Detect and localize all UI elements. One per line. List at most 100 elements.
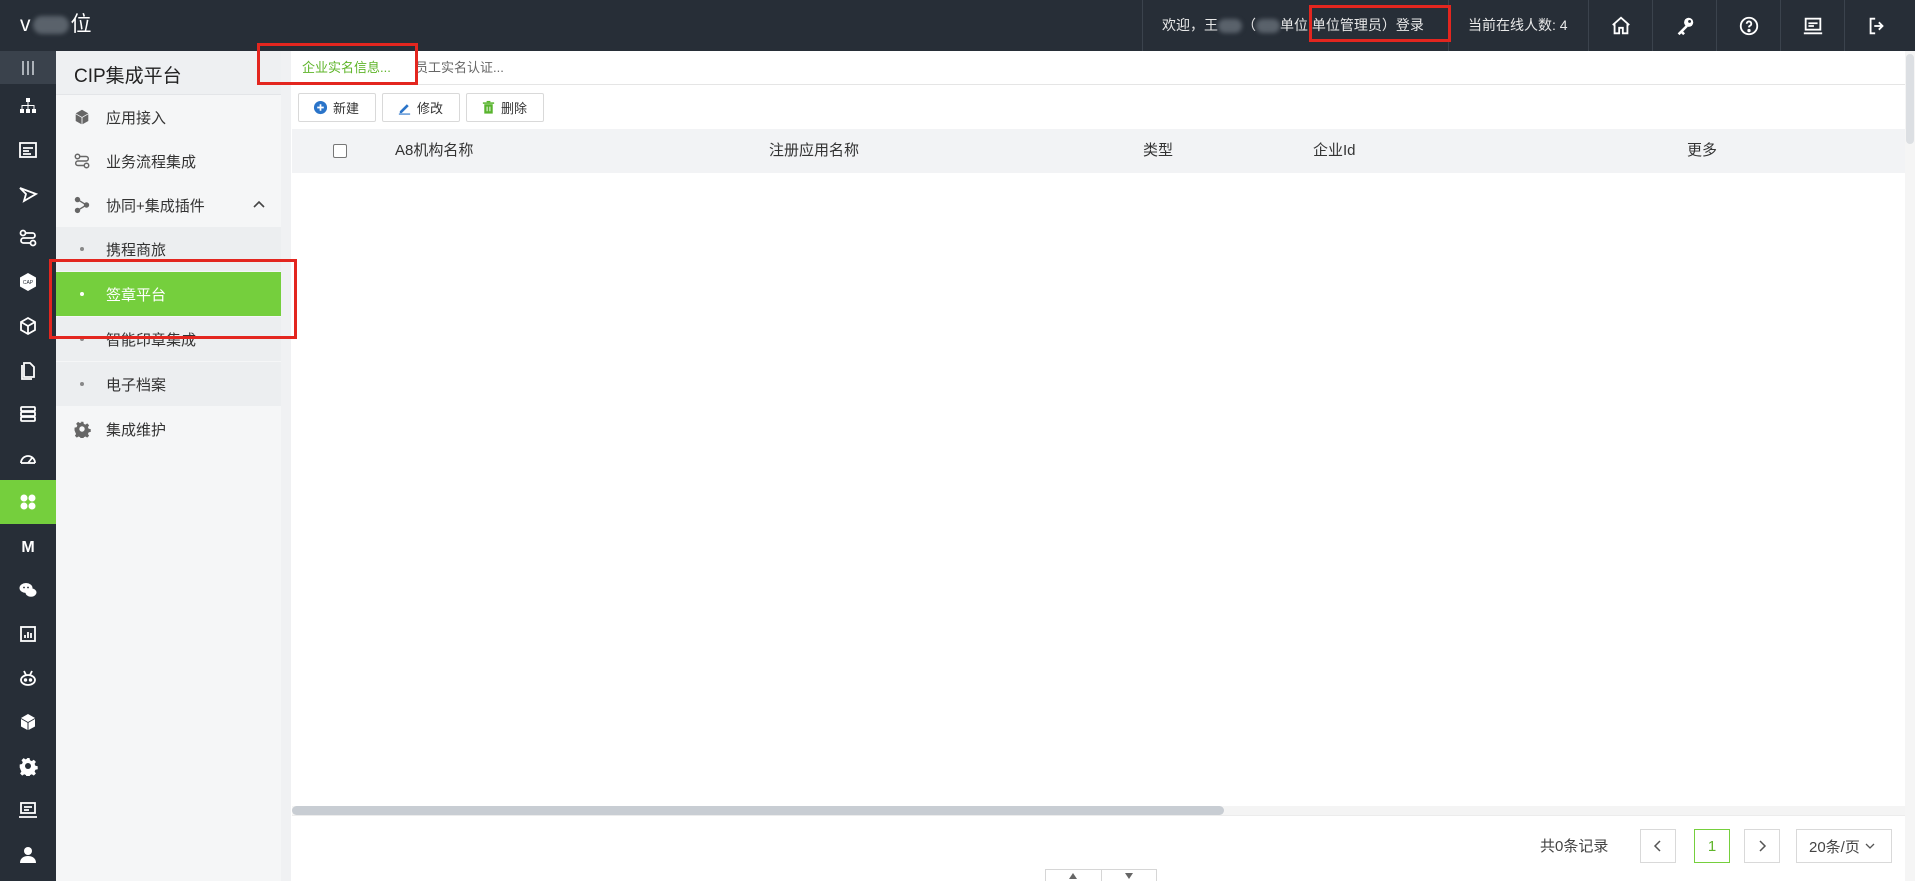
horizontal-scrollbar-thumb[interactable]	[292, 806, 1224, 815]
database-icon	[20, 406, 36, 422]
column-header[interactable]: A8机构名称	[395, 129, 473, 173]
send-icon	[19, 187, 38, 203]
add-icon	[313, 100, 328, 115]
brand-prefix: v	[20, 13, 31, 36]
delete-button-label: 删除	[501, 101, 528, 116]
column-header[interactable]: 注册应用名称	[769, 129, 859, 173]
sidebar-item-label: 集成维护	[106, 421, 167, 439]
sidebar-item-label: 应用接入	[106, 109, 167, 127]
rail-org[interactable]	[0, 84, 56, 128]
rail-send[interactable]	[0, 172, 56, 216]
panel-toggle	[1045, 869, 1157, 881]
rail-form[interactable]	[0, 128, 56, 172]
expand-up-button[interactable]	[1046, 870, 1102, 881]
sidebar-subitem-label: 智能印章集成	[106, 331, 197, 349]
new-button[interactable]: 新建	[298, 93, 376, 122]
tab-bar: 企业实名信息... 员工实名认证...	[291, 51, 1915, 85]
sidebar-title: CIP集成平台	[74, 66, 182, 87]
page-number-button[interactable]: 1	[1694, 829, 1730, 863]
trash-icon	[482, 100, 495, 114]
rail-database[interactable]	[0, 392, 56, 436]
bullet-icon	[80, 337, 84, 341]
help-button[interactable]	[1716, 0, 1780, 51]
next-page-button[interactable]	[1744, 829, 1780, 863]
home-icon	[1611, 16, 1630, 34]
sidebar-item-maintenance[interactable]: 集成维护	[56, 407, 281, 451]
page-size-select[interactable]: 20条/页	[1796, 829, 1892, 863]
vertical-scrollbar[interactable]	[1905, 51, 1915, 881]
rail-robot[interactable]	[0, 656, 56, 700]
rail-cube[interactable]	[0, 304, 56, 348]
rail-gauge[interactable]	[0, 436, 56, 480]
footer-divider	[292, 815, 1905, 816]
screen-icon	[1803, 17, 1822, 34]
delete-button[interactable]: 删除	[466, 93, 544, 122]
sidebar-item-process-integration[interactable]: 业务流程集成	[56, 139, 281, 183]
rail-user[interactable]	[0, 832, 56, 876]
top-divider	[1448, 0, 1449, 51]
screen-button[interactable]	[1780, 0, 1844, 51]
sidebar-item-app-access[interactable]: 应用接入	[56, 95, 281, 139]
edit-button-label: 修改	[417, 101, 444, 116]
box-icon	[21, 714, 35, 730]
rail-document[interactable]	[0, 348, 56, 392]
rail-m[interactable]: M	[0, 524, 56, 568]
password-button[interactable]	[1652, 0, 1716, 51]
brand-suffix: 位	[70, 13, 92, 36]
vertical-scrollbar-thumb[interactable]	[1906, 54, 1914, 144]
rail-plugin[interactable]	[0, 480, 56, 524]
edit-button[interactable]: 修改	[382, 93, 460, 122]
rail-report[interactable]	[0, 612, 56, 656]
gauge-icon	[20, 455, 36, 464]
rail-flow[interactable]	[0, 216, 56, 260]
select-all-checkbox[interactable]	[333, 144, 347, 158]
column-header[interactable]: 类型	[1143, 129, 1173, 173]
tab-employee-realname[interactable]: 员工实名认证...	[415, 51, 504, 85]
sidebar-item-label: 业务流程集成	[106, 153, 197, 171]
bullet-icon	[80, 382, 84, 386]
wechat-icon	[19, 583, 37, 597]
prev-page-button[interactable]	[1640, 829, 1676, 863]
welcome-prefix: 欢迎，王	[1162, 17, 1218, 33]
rail-settings[interactable]	[0, 744, 56, 788]
rail-menu-toggle[interactable]	[0, 51, 56, 84]
sidebar-subitem-e-archive[interactable]: 电子档案	[56, 362, 281, 406]
sidebar-subitem-smart-seal[interactable]: 智能印章集成	[56, 317, 281, 361]
sidebar: CIP集成平台 应用接入 业务流程集成 协同+集成插件 携程商旅 签章平台 智能…	[56, 51, 281, 881]
rail-cap[interactable]: CAP	[0, 260, 56, 304]
top-divider	[1142, 0, 1143, 51]
redacted-text	[32, 16, 69, 35]
chevron-down-icon	[1865, 843, 1875, 849]
gear-icon	[19, 758, 38, 776]
monitor-icon	[19, 802, 37, 818]
chevron-up-icon	[253, 200, 265, 208]
welcome-mid: （	[1242, 17, 1256, 33]
column-header[interactable]: 企业Id	[1313, 129, 1356, 173]
logout-button[interactable]	[1844, 0, 1908, 51]
sidebar-item-plugins[interactable]: 协同+集成插件	[56, 183, 281, 227]
cube-icon	[20, 316, 36, 336]
plugin-icon	[20, 494, 36, 510]
rail-wechat[interactable]	[0, 568, 56, 612]
column-header[interactable]: 更多	[1687, 129, 1717, 173]
org-chart-icon	[20, 98, 36, 113]
page-size-value: 20条/页	[1809, 838, 1860, 856]
flow-icon	[19, 229, 37, 247]
chevron-right-icon	[1759, 840, 1767, 852]
plugin-icon	[72, 195, 92, 215]
sidebar-subitem-signature-platform[interactable]: 签章平台	[56, 272, 281, 316]
sidebar-splitter[interactable]	[281, 51, 291, 881]
redacted-text	[1218, 19, 1242, 34]
rail-monitor[interactable]	[0, 788, 56, 832]
menu-icon	[22, 60, 34, 75]
sidebar-header: CIP集成平台	[56, 51, 281, 95]
tab-enterprise-realname[interactable]: 企业实名信息...	[302, 51, 391, 85]
cap-icon: CAP	[20, 273, 36, 291]
svg-text:M: M	[21, 539, 34, 556]
home-button[interactable]	[1588, 0, 1652, 51]
logout-icon	[1869, 17, 1884, 34]
collapse-down-button[interactable]	[1102, 870, 1157, 881]
rail-box[interactable]	[0, 700, 56, 744]
sidebar-subitem-ctrip[interactable]: 携程商旅	[56, 227, 281, 271]
redacted-text	[1256, 19, 1280, 34]
